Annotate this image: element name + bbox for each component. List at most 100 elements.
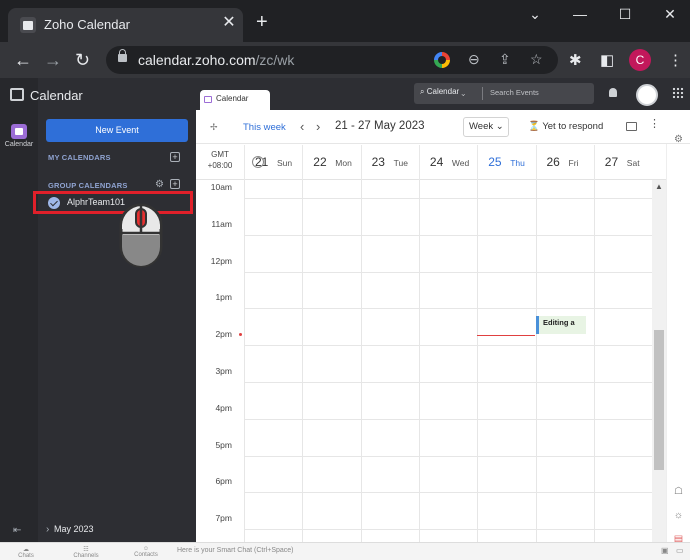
hour-line [244, 455, 652, 457]
filter-icon: ⏳ [528, 121, 540, 132]
contacts-button[interactable]: ☺ Contacts [132, 546, 160, 558]
day-header-fri[interactable]: 26 Fri [535, 145, 594, 180]
tab-search-icon[interactable]: ⌄ [520, 6, 550, 23]
timezone-gmt: GMT [211, 150, 229, 159]
alarm-icon[interactable]: ☖ [672, 486, 685, 497]
yet-to-respond-filter[interactable]: ⏳ Yet to respond [528, 121, 603, 132]
zoho-calendar-app: Calendar Calendar New Event MY CALENDARS… [0, 78, 690, 560]
highlight-box [33, 191, 193, 214]
day-column-line [418, 180, 420, 560]
day-header-wed[interactable]: 24 Wed [418, 145, 477, 180]
print-icon[interactable] [626, 122, 637, 131]
filter-label: Yet to respond [542, 121, 604, 132]
day-number: 27 [604, 155, 619, 169]
back-button[interactable]: ← [14, 50, 32, 70]
hour-line [244, 345, 652, 347]
chats-button[interactable]: ☁ Chats [14, 546, 38, 559]
scrollbar[interactable]: ▲ ▼ [652, 180, 666, 560]
this-week-button[interactable]: This week [243, 122, 286, 133]
day-column-line [593, 180, 595, 560]
chevron-left-icon[interactable]: ‹ [300, 119, 304, 134]
collapse-sidebar-icon[interactable]: ⇤ [13, 525, 21, 536]
time-label: 1pm [215, 292, 232, 303]
chat-icon: ☁ [23, 547, 29, 553]
hour-line [244, 198, 652, 199]
day-name: Fri [568, 158, 579, 168]
day-column-line [360, 180, 362, 560]
browser-menu-icon[interactable]: ⋮ [668, 51, 683, 69]
current-time-marker [239, 333, 242, 336]
day-header-thu[interactable]: 25 Thu [477, 145, 535, 180]
chats-label: Chats [18, 553, 34, 559]
calendar-tab[interactable]: Calendar [200, 90, 270, 110]
rail-calendar-label: Calendar [4, 141, 34, 148]
event-title: Editing a [543, 318, 575, 327]
new-tab-button[interactable]: + [256, 12, 268, 32]
scroll-thumb[interactable] [654, 330, 664, 470]
address-bar[interactable]: calendar.zoho.com/zc/wk ⊖ ⇪ ☆ [106, 46, 558, 74]
chat-bubble-icon[interactable]: ▭ [676, 546, 684, 555]
day-number: 25 [488, 155, 502, 169]
chevron-right-icon[interactable]: › [316, 119, 320, 134]
time-label: 7pm [215, 513, 232, 524]
google-icon[interactable] [434, 52, 450, 68]
hour-line [244, 271, 652, 273]
move-icon[interactable]: ✢ [210, 122, 218, 133]
forward-button[interactable]: → [44, 50, 62, 70]
zoom-icon[interactable]: ⊖ [468, 51, 480, 68]
scroll-up-icon[interactable]: ▲ [655, 182, 663, 191]
sun-icon[interactable]: ☼ [672, 510, 685, 521]
profile-avatar[interactable]: C [629, 49, 651, 71]
search-scope-dropdown[interactable]: ⌕ Calendar ⌄ [420, 87, 465, 97]
browser-tab[interactable]: Zoho Calendar ✕ [8, 8, 243, 42]
reload-button[interactable]: ↻ [75, 50, 90, 70]
time-label: 11am [211, 218, 232, 229]
gear-icon[interactable]: ⚙ [155, 179, 164, 190]
chevron-right-icon[interactable]: › [46, 524, 49, 535]
maximize-button[interactable]: ☐ [610, 6, 640, 23]
extensions-icon[interactable]: ✱ [569, 51, 582, 69]
settings-gear-icon[interactable]: ⚙ [672, 134, 685, 145]
url-host: calendar.zoho.com [138, 52, 256, 68]
app-title: Calendar [30, 88, 83, 103]
calendar-icon [204, 96, 212, 103]
time-label: 10am [210, 182, 232, 192]
search-input[interactable]: ⌕ Calendar ⌄ Search Events [414, 83, 594, 104]
calendar-tab-label: Calendar [216, 94, 249, 103]
more-options-icon[interactable]: ⋮ [649, 119, 660, 130]
time-label: 3pm [215, 366, 232, 376]
add-group-calendar-icon[interactable]: + [170, 179, 180, 189]
tab-title: Zoho Calendar [44, 17, 130, 32]
hour-line [244, 308, 652, 310]
view-dropdown[interactable]: Week ⌄ [463, 117, 509, 137]
close-tab-icon[interactable]: ✕ [220, 14, 238, 32]
day-column-line [302, 180, 304, 560]
smart-chat-input[interactable]: Here is your Smart Chat (Ctrl+Space) [177, 547, 294, 554]
bell-icon[interactable] [609, 88, 617, 97]
apps-grid-icon[interactable] [672, 87, 684, 99]
user-avatar[interactable] [636, 84, 658, 106]
minimize-button[interactable]: — [565, 6, 595, 22]
calendar-app-icon[interactable] [11, 124, 27, 139]
lock-icon[interactable] [118, 49, 127, 62]
close-window-button[interactable]: ✕ [655, 6, 685, 23]
day-header-mon[interactable]: 22 Mon [302, 145, 360, 180]
timezone-label[interactable]: GMT +08:00 [196, 149, 244, 171]
add-my-calendar-icon[interactable]: + [170, 152, 180, 162]
popout-icon[interactable]: ▣ [661, 546, 669, 555]
channels-button[interactable]: ☷ Channels [72, 546, 100, 559]
day-header-sat[interactable]: 27 Sat [593, 145, 652, 180]
day-number: 22 [313, 155, 327, 169]
current-time-line [477, 335, 535, 336]
day-header-tue[interactable]: 23 Tue [360, 145, 419, 180]
day-name: Tue [393, 158, 408, 168]
mini-calendar-month[interactable]: May 2023 [54, 524, 94, 534]
hour-line [244, 492, 652, 494]
cursor-indicator [252, 156, 264, 168]
share-icon[interactable]: ⇪ [499, 51, 511, 68]
sidepanel-icon[interactable]: ◧ [600, 51, 614, 69]
week-grid[interactable]: 10am 11am 12pm 1pm 2pm 3pm 4pm 5pm 6pm 7pm Editin… [196, 180, 652, 560]
new-event-button[interactable]: New Event [46, 119, 188, 142]
event-item[interactable]: Editing a [536, 316, 586, 334]
bookmark-star-icon[interactable]: ☆ [530, 51, 543, 68]
